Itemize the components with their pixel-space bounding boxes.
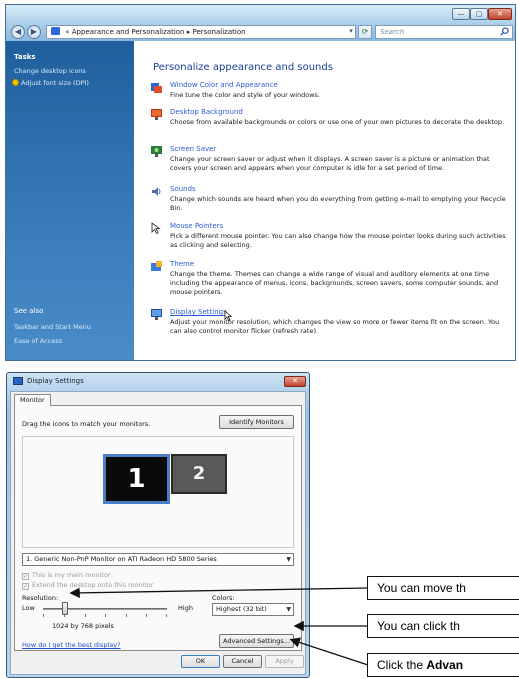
identify-monitors-button[interactable]: Identify Monitors: [219, 415, 294, 429]
monitor-1-label: 1: [127, 464, 146, 494]
advanced-settings-button[interactable]: Advanced Settings...: [219, 634, 294, 648]
cancel-button[interactable]: Cancel: [223, 655, 262, 668]
slider-tick: [126, 614, 127, 617]
resolution-high-label: High: [178, 604, 193, 612]
item-description: Choose from available backgrounds or col…: [170, 118, 505, 126]
slider-tick: [166, 614, 167, 617]
theme-icon: [151, 261, 162, 271]
colors-select-value: Highest (32 bit): [216, 605, 267, 613]
colors-select[interactable]: Highest (32 bit) ▼: [212, 603, 294, 616]
slider-tick: [146, 614, 147, 617]
callout-text: Click the: [377, 658, 427, 672]
chevron-down-icon: ▼: [286, 606, 291, 613]
dialog-title: Display Settings: [27, 377, 84, 385]
item-description: Adjust your monitor resolution, which ch…: [170, 318, 500, 335]
breadcrumb-item[interactable]: Personalization: [192, 28, 245, 36]
back-button[interactable]: ◀: [11, 25, 25, 39]
search-input[interactable]: Search: [375, 25, 513, 39]
monitor-2-icon[interactable]: 2: [171, 454, 227, 494]
minimize-button[interactable]: —: [452, 8, 470, 20]
item-description: Change the theme. Themes can change a wi…: [170, 270, 499, 296]
main-monitor-label: This is my main monitor: [32, 571, 111, 579]
tab-panel: Drag the icons to match your monitors. I…: [14, 405, 302, 651]
slider-tick: [43, 614, 44, 617]
display-settings-icon: [151, 309, 162, 320]
close-button[interactable]: ✕: [488, 8, 512, 20]
breadcrumb-item[interactable]: Appearance and Personalization: [72, 28, 185, 36]
monitor-2-label: 2: [192, 463, 206, 484]
window-color-icon: [151, 83, 162, 93]
monitor-select-value: 1. Generic Non-PnP Monitor on ATI Radeon…: [26, 555, 217, 563]
item-title[interactable]: Display Settings: [170, 308, 227, 316]
monitor-select[interactable]: 1. Generic Non-PnP Monitor on ATI Radeon…: [22, 553, 294, 566]
extend-desktop-label: Extend the desktop onto this monitor: [32, 581, 154, 589]
sidebar-link-label: Adjust font size (DPI): [21, 79, 89, 87]
main-monitor-checkbox[interactable]: ✓ This is my main monitor: [22, 571, 111, 580]
close-button[interactable]: ✕: [284, 376, 306, 387]
refresh-button[interactable]: ⟳: [358, 25, 372, 39]
callout-click-colors: You can click th: [367, 614, 519, 638]
personalization-window: — ▢ ✕ ◀ ▶ « Appearance and Personalizati…: [5, 4, 516, 361]
monitor-1-icon[interactable]: 1: [103, 454, 170, 504]
item-title[interactable]: Mouse Pointers: [170, 222, 223, 230]
content-pane: Personalize appearance and sounds Window…: [134, 41, 515, 360]
maximize-button[interactable]: ▢: [470, 8, 488, 20]
slider-tick: [85, 614, 86, 617]
slider-tick: [105, 614, 106, 617]
sidebar-link-taskbar[interactable]: Taskbar and Start Menu: [14, 323, 91, 331]
item-title[interactable]: Sounds: [170, 185, 196, 193]
sidebar-link-adjust-font-size[interactable]: Adjust font size (DPI): [12, 79, 89, 87]
control-panel-icon: [51, 27, 60, 35]
title-bar: — ▢ ✕ ◀ ▶ « Appearance and Personalizati…: [6, 5, 515, 41]
page-title: Personalize appearance and sounds: [153, 62, 333, 73]
sidebar-heading-tasks: Tasks: [14, 53, 36, 61]
item-description: Change your screen saver or adjust when …: [170, 155, 490, 172]
callout-bold-text: Advan: [426, 658, 464, 672]
resolution-value: 1024 by 768 pixels: [52, 622, 114, 630]
shield-icon: [12, 79, 19, 86]
monitor-icon: [13, 377, 23, 385]
best-display-help-link[interactable]: How do I get the best display?: [22, 641, 121, 649]
item-title[interactable]: Window Color and Appearance: [170, 81, 278, 89]
address-dropdown-icon[interactable]: ▾: [346, 25, 356, 39]
sidebar-link-change-desktop-icons[interactable]: Change desktop icons: [14, 67, 86, 75]
screen-saver-icon: [151, 146, 162, 157]
sidebar: Tasks Change desktop icons Adjust font s…: [6, 41, 134, 360]
mouse-pointers-icon: [151, 222, 161, 235]
search-icon[interactable]: [500, 27, 509, 36]
mouse-cursor-icon: [224, 311, 232, 321]
search-placeholder: Search: [380, 28, 405, 36]
checkbox-icon: ✓: [22, 583, 29, 590]
checkbox-icon: ✓: [22, 573, 29, 580]
item-description: Pick a different mouse pointer. You can …: [170, 232, 506, 249]
forward-button[interactable]: ▶: [27, 25, 41, 39]
sidebar-link-ease-of-access[interactable]: Ease of Access: [14, 337, 62, 345]
extend-desktop-checkbox[interactable]: ✓ Extend the desktop onto this monitor: [22, 581, 154, 590]
item-description: Fine tune the color and style of your wi…: [170, 91, 320, 99]
monitor-arrangement-area: 1 2: [22, 436, 294, 548]
resolution-label: Resolution:: [22, 594, 59, 602]
tab-monitor[interactable]: Monitor: [14, 394, 51, 406]
chevron-down-icon: ▼: [286, 556, 291, 563]
colors-label: Colors:: [212, 594, 235, 602]
resolution-low-label: Low: [22, 604, 35, 612]
ok-button[interactable]: OK: [181, 655, 220, 668]
callout-click-advanced: Click the Advan: [367, 653, 519, 677]
resolution-slider-thumb[interactable]: [62, 602, 68, 615]
dialog-body: Monitor Drag the icons to match your mon…: [10, 391, 306, 675]
sounds-icon: [152, 187, 161, 196]
address-bar[interactable]: « Appearance and Personalization ▸ Perso…: [46, 25, 356, 39]
drag-hint-text: Drag the icons to match your monitors.: [22, 420, 151, 428]
desktop-background-icon: [151, 109, 162, 120]
item-description: Change which sounds are heard when you d…: [170, 195, 506, 212]
apply-button[interactable]: Apply: [265, 655, 304, 668]
item-title[interactable]: Desktop Background: [170, 108, 243, 116]
item-title[interactable]: Screen Saver: [170, 145, 216, 153]
item-title[interactable]: Theme: [170, 260, 194, 268]
breadcrumb-chevron-icon: «: [65, 28, 70, 36]
callout-move-slider: You can move th: [367, 576, 519, 600]
sidebar-heading-see-also: See also: [14, 307, 44, 315]
display-settings-dialog: Display Settings ✕ Monitor Drag the icon…: [6, 372, 310, 678]
